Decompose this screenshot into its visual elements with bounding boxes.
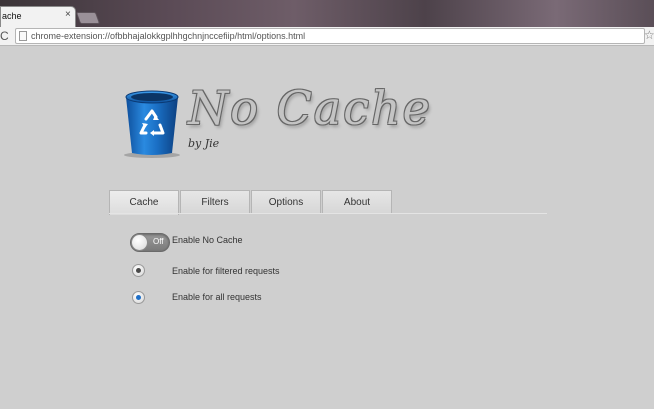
window-titlebar: ache × bbox=[0, 0, 654, 27]
radio-filtered-dot bbox=[136, 268, 141, 273]
toggle-knob bbox=[131, 234, 148, 251]
reload-icon[interactable]: C bbox=[0, 29, 12, 43]
page-icon bbox=[19, 31, 27, 41]
radio-all-dot bbox=[136, 295, 141, 300]
address-bar[interactable]: chrome-extension://ofbbhajalokkgplhhgchn… bbox=[15, 28, 645, 44]
radio-all-requests[interactable] bbox=[132, 291, 145, 304]
tab-cache[interactable]: Cache bbox=[109, 190, 179, 215]
radio-filtered-requests[interactable] bbox=[132, 264, 145, 277]
address-url: chrome-extension://ofbbhajalokkgplhhgchn… bbox=[31, 31, 306, 41]
tab-divider bbox=[109, 213, 547, 214]
close-tab-icon[interactable]: × bbox=[65, 10, 71, 20]
radio-filtered-label: Enable for filtered requests bbox=[172, 266, 280, 276]
tab-options[interactable]: Options bbox=[251, 190, 321, 214]
recycle-bin-icon bbox=[124, 90, 180, 158]
new-tab-button[interactable] bbox=[75, 12, 101, 24]
app-byline: by Jie bbox=[188, 137, 220, 150]
toggle-state-text: Off bbox=[153, 237, 164, 246]
tab-about[interactable]: About bbox=[322, 190, 392, 214]
browser-toolbar: C chrome-extension://ofbbhajalokkgplhhgc… bbox=[0, 27, 654, 46]
radio-all-label: Enable for all requests bbox=[172, 292, 262, 302]
browser-tab[interactable]: ache × bbox=[0, 6, 76, 27]
bookmark-star-icon[interactable]: ☆ bbox=[644, 28, 654, 42]
tab-filters[interactable]: Filters bbox=[180, 190, 250, 214]
options-page: No Cache by Jie Cache Filters Options Ab… bbox=[0, 47, 654, 409]
options-tabs: Cache Filters Options About bbox=[109, 190, 393, 215]
enable-no-cache-label: Enable No Cache bbox=[172, 235, 243, 245]
browser-tab-title: ache bbox=[2, 11, 22, 21]
enable-no-cache-toggle[interactable]: Off bbox=[130, 233, 170, 252]
app-title: No Cache bbox=[188, 81, 432, 135]
